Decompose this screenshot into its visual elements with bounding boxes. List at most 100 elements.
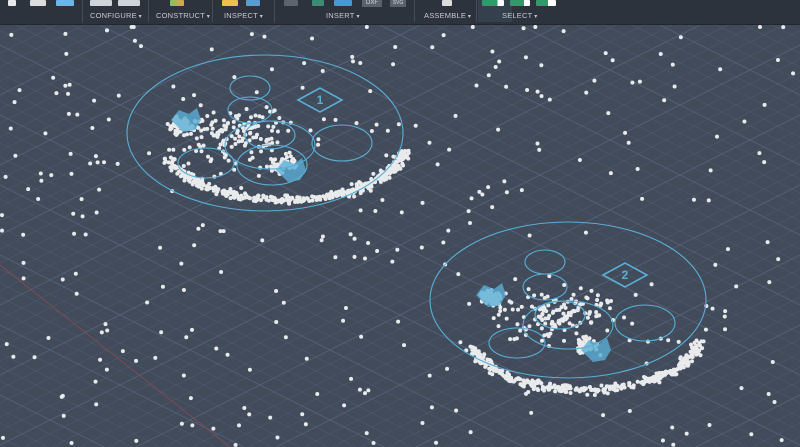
point — [556, 320, 561, 325]
point — [390, 259, 395, 264]
insert-dxf-button[interactable]: DXF — [362, 0, 382, 7]
point — [349, 376, 354, 381]
point — [779, 438, 784, 443]
parameters-icon[interactable] — [90, 0, 112, 6]
point — [185, 132, 190, 137]
measure-icon[interactable] — [222, 0, 238, 6]
select-icon[interactable] — [482, 0, 504, 6]
point — [434, 440, 439, 445]
point — [516, 376, 521, 381]
point — [275, 435, 280, 440]
point — [358, 208, 363, 213]
point — [206, 154, 211, 159]
point — [274, 289, 279, 294]
divider — [148, 0, 149, 22]
grid-line — [463, 25, 800, 194]
sketch-circle[interactable] — [311, 124, 373, 162]
3d-viewport[interactable]: 12 — [0, 25, 800, 447]
point — [248, 115, 253, 120]
grid-line — [0, 25, 29, 40]
point — [635, 379, 640, 384]
point — [545, 294, 550, 299]
point — [518, 382, 523, 387]
sketch-circle[interactable] — [614, 304, 676, 342]
grid-line — [379, 25, 800, 236]
grid-line — [71, 25, 800, 390]
point — [147, 151, 152, 156]
sketch-profile[interactable] — [476, 283, 506, 307]
point — [88, 161, 93, 166]
insert-mesh-icon[interactable] — [312, 0, 324, 6]
point — [269, 136, 274, 141]
configure-menu[interactable]: CONFIGURE — [90, 11, 142, 20]
canvas[interactable]: 12 — [0, 25, 800, 447]
point — [213, 118, 218, 123]
point — [287, 150, 292, 155]
grid-line — [183, 25, 800, 334]
point — [527, 324, 532, 329]
section-icon[interactable] — [246, 0, 260, 6]
point — [247, 157, 252, 162]
construct-menu[interactable]: CONSTRUCT — [156, 11, 210, 20]
point — [300, 85, 305, 90]
point — [781, 25, 786, 30]
sketch-circle[interactable] — [488, 327, 546, 359]
point — [526, 380, 531, 385]
ground-grid — [0, 25, 800, 447]
point — [218, 229, 223, 234]
grid-line — [247, 170, 800, 447]
point — [574, 387, 579, 392]
select-menu[interactable]: SELECT — [502, 11, 537, 20]
point — [354, 182, 359, 187]
sketch-circle[interactable] — [177, 147, 235, 179]
table-icon[interactable] — [118, 0, 140, 6]
point — [181, 163, 186, 168]
point — [209, 47, 214, 52]
point — [231, 125, 236, 130]
plane-icon[interactable] — [56, 0, 74, 6]
grid-line — [0, 338, 217, 447]
point — [486, 73, 491, 78]
sketch-circle[interactable] — [229, 75, 271, 101]
point — [635, 166, 640, 171]
point — [514, 336, 519, 341]
point — [396, 163, 401, 168]
point — [138, 44, 143, 49]
insert-canvas-icon[interactable] — [334, 0, 352, 6]
point — [175, 171, 180, 176]
point — [596, 388, 601, 393]
inspect-menu[interactable]: INSPECT — [224, 11, 263, 20]
grid-line — [611, 352, 800, 447]
free-select-icon[interactable] — [536, 0, 556, 6]
point — [697, 343, 702, 348]
insert-svg-button[interactable]: SVG — [390, 0, 406, 7]
point — [166, 160, 171, 165]
point — [196, 142, 201, 147]
point — [715, 134, 720, 139]
point — [169, 126, 174, 131]
point — [513, 277, 518, 282]
window-select-icon[interactable] — [510, 0, 530, 6]
point — [413, 123, 418, 128]
insert-menu[interactable]: INSERT — [326, 11, 360, 20]
grid-line — [407, 25, 800, 222]
link-icon[interactable] — [284, 0, 298, 6]
point — [319, 238, 324, 243]
box-icon[interactable] — [30, 0, 46, 6]
assemble-menu[interactable]: ASSEMBLE — [424, 11, 471, 20]
point — [666, 338, 671, 343]
point — [349, 182, 354, 187]
point — [630, 321, 635, 326]
point — [678, 366, 683, 371]
move-icon[interactable] — [8, 0, 16, 6]
grid-line — [0, 25, 617, 334]
point — [13, 153, 18, 158]
point — [272, 162, 277, 167]
grid-line — [0, 142, 609, 447]
point — [521, 26, 526, 31]
point — [540, 384, 545, 389]
point — [385, 128, 390, 133]
joint-icon[interactable] — [442, 0, 452, 6]
construct-plane-icon[interactable] — [170, 0, 184, 6]
point — [694, 352, 699, 357]
